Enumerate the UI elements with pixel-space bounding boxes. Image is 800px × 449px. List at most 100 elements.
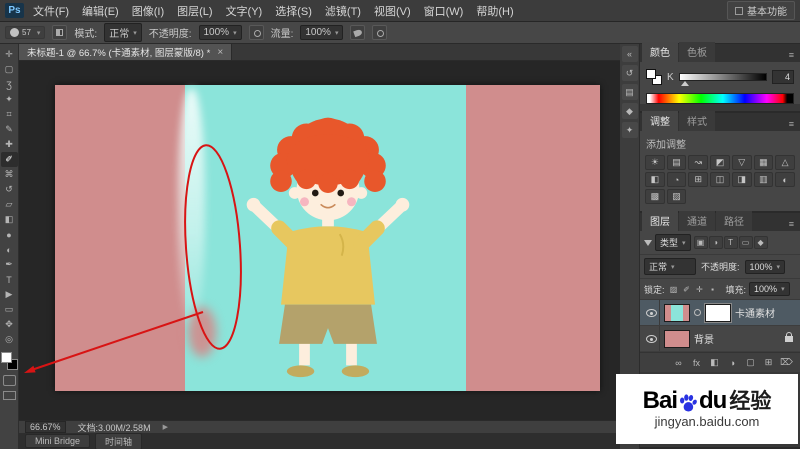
gradient-tool[interactable]: ◧ (1, 212, 18, 227)
black-white-icon[interactable]: ◧ (645, 172, 665, 187)
opacity-select[interactable]: 100% (198, 25, 242, 40)
document-tab[interactable]: 未标题-1 @ 66.7% (卡通素材, 图层蒙版/8) * × (19, 44, 233, 60)
panel-menu-icon[interactable]: ≡ (785, 117, 798, 131)
crop-tool[interactable]: ⌗ (1, 107, 18, 122)
screen-mode-icon[interactable] (2, 391, 16, 400)
hand-tool[interactable]: ✥ (1, 317, 18, 332)
layer-blend-select[interactable]: 正常 (644, 258, 696, 275)
filter-type-icon[interactable]: T (723, 236, 738, 249)
blur-tool[interactable]: ● (1, 227, 18, 242)
tab-paths[interactable]: 路径 (716, 211, 752, 231)
foreground-color-swatch[interactable] (0, 352, 12, 363)
exposure-icon[interactable]: ◩ (710, 155, 730, 170)
clone-stamp-tool[interactable]: ⌘ (1, 167, 18, 182)
marquee-tool[interactable]: ▢ (1, 62, 18, 77)
quick-selection-tool[interactable]: ✦ (1, 92, 18, 107)
channel-value-field[interactable]: 4 (772, 70, 794, 84)
layer-opacity-select[interactable]: 100% (744, 259, 786, 274)
visibility-toggle[interactable] (644, 326, 660, 351)
color-balance-icon[interactable]: △ (775, 155, 795, 170)
link-layers-icon[interactable]: ∞ (671, 356, 686, 369)
close-tab-icon[interactable]: × (217, 47, 223, 58)
layer-row-background[interactable]: 背景 (640, 326, 800, 352)
new-layer-icon[interactable]: ⊞ (761, 356, 776, 369)
filter-pixel-icon[interactable]: ▣ (693, 236, 708, 249)
layer-thumbnail[interactable] (664, 303, 690, 322)
status-options-arrow-icon[interactable]: ▶ (163, 423, 168, 431)
workspace-switcher[interactable]: 基本功能 (727, 1, 795, 20)
move-tool[interactable]: ✛ (1, 47, 18, 62)
menu-item[interactable]: 图层(L) (177, 3, 212, 19)
bottom-panel-tab[interactable]: 时间轴 (95, 432, 143, 449)
quick-mask-icon[interactable] (2, 375, 16, 386)
selective-color-icon[interactable]: ▨ (666, 189, 687, 204)
menu-item[interactable]: 帮助(H) (476, 3, 513, 19)
navigator-panel-icon[interactable]: ✦ (621, 122, 638, 138)
add-layer-mask-icon[interactable]: ◧ (707, 356, 722, 369)
lasso-tool[interactable]: Ʒ (1, 77, 18, 92)
menu-item[interactable]: 文字(Y) (226, 3, 263, 19)
properties-panel-icon[interactable]: ▤ (621, 84, 638, 100)
lock-pixels-icon[interactable]: ✐ (681, 283, 693, 295)
panel-foreground-swatch[interactable] (646, 69, 656, 79)
invert-icon[interactable]: ◨ (731, 172, 752, 187)
filter-smart-object-icon[interactable]: ◆ (753, 236, 768, 249)
posterize-icon[interactable]: ▥ (753, 172, 774, 187)
threshold-icon[interactable]: ◐ (775, 172, 795, 187)
healing-brush-tool[interactable]: ✚ (1, 137, 18, 152)
eyedropper-tool[interactable]: ✎ (1, 122, 18, 137)
menu-item[interactable]: 滤镜(T) (325, 3, 361, 19)
history-panel-icon[interactable]: ↺ (621, 65, 638, 81)
curves-icon[interactable]: ↝ (688, 155, 709, 170)
layer-mask-thumbnail[interactable] (704, 302, 732, 323)
flow-select[interactable]: 100% (300, 25, 344, 40)
bottom-panel-tab[interactable]: Mini Bridge (25, 434, 91, 448)
tab-channels[interactable]: 通道 (679, 211, 715, 231)
slider-handle[interactable] (680, 81, 689, 86)
menu-item[interactable]: 窗口(W) (424, 3, 464, 19)
tab-swatches[interactable]: 色板 (679, 42, 715, 62)
visibility-toggle[interactable] (644, 300, 660, 325)
photoshop-logo-icon[interactable]: Ps (5, 3, 24, 18)
photo-filter-icon[interactable]: ◔ (666, 172, 687, 187)
pressure-size-icon[interactable] (372, 25, 388, 40)
brightness-contrast-icon[interactable]: ☀ (645, 155, 665, 170)
new-adjustment-layer-icon[interactable]: ◑ (725, 356, 740, 369)
type-tool[interactable]: T (1, 272, 18, 287)
vibrance-icon[interactable]: ▽ (731, 155, 752, 170)
toggle-brush-panel-button[interactable] (52, 25, 68, 40)
tab-layers[interactable]: 图层 (642, 211, 678, 231)
pressure-opacity-icon[interactable] (248, 25, 264, 40)
layer-style-icon[interactable]: fx (689, 356, 704, 369)
canvas-area[interactable] (19, 61, 620, 420)
brush-preset-picker[interactable]: 57 (5, 26, 46, 39)
menu-item[interactable]: 图像(I) (132, 3, 164, 19)
blend-mode-select[interactable]: 正常 (104, 23, 142, 42)
levels-icon[interactable]: ▤ (666, 155, 687, 170)
dodge-tool[interactable]: ◐ (1, 242, 18, 257)
zoom-level-field[interactable]: 66.67% (25, 421, 66, 433)
info-panel-icon[interactable]: ◆ (621, 103, 638, 119)
color-lookup-icon[interactable]: ◫ (710, 172, 730, 187)
panel-menu-icon[interactable]: ≡ (785, 48, 798, 62)
history-brush-tool[interactable]: ↺ (1, 182, 18, 197)
k-channel-slider[interactable] (678, 73, 767, 86)
lock-position-icon[interactable]: ✛ (694, 283, 706, 295)
hue-saturation-icon[interactable]: ▦ (753, 155, 774, 170)
panel-menu-icon[interactable]: ≡ (785, 217, 798, 231)
layer-filter-select[interactable]: 类型 (655, 234, 691, 251)
tab-styles[interactable]: 样式 (679, 111, 715, 131)
path-selection-tool[interactable]: ▶ (1, 287, 18, 302)
gradient-map-icon[interactable]: ▩ (645, 189, 665, 204)
filter-adjustment-icon[interactable]: ◑ (708, 236, 723, 249)
channel-mixer-icon[interactable]: ⊞ (688, 172, 709, 187)
tab-adjustments[interactable]: 调整 (642, 111, 678, 131)
layer-thumbnail[interactable] (664, 329, 690, 348)
layer-row-cartoon[interactable]: 卡通素材 (640, 300, 800, 326)
menu-item[interactable]: 视图(V) (374, 3, 411, 19)
tab-color[interactable]: 颜色 (642, 42, 678, 62)
panel-color-swatches[interactable] (646, 69, 662, 85)
menu-item[interactable]: 编辑(E) (82, 3, 119, 19)
new-group-icon[interactable]: ▢ (743, 356, 758, 369)
fill-select[interactable]: 100% (749, 282, 790, 296)
